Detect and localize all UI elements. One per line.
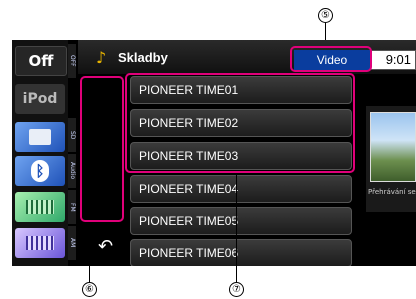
sd-card-icon <box>29 129 51 145</box>
fm-radio-icon <box>26 200 54 214</box>
tab-audio[interactable]: Audio <box>68 154 76 188</box>
source-bar: Off iPod ᛒ <box>12 40 68 266</box>
source-bluetooth-audio-button[interactable]: ᛒ <box>15 156 65 186</box>
source-ipod-button[interactable]: iPod <box>15 84 65 114</box>
source-off-label: Off <box>28 52 54 70</box>
tab-am[interactable]: AM <box>68 226 76 260</box>
music-note-icon: ♪ <box>96 48 107 67</box>
callout-6: ⑥ <box>82 282 97 297</box>
album-art-image <box>370 112 416 182</box>
tab-sd[interactable]: SD <box>68 118 76 152</box>
album-art-panel[interactable]: Přehrávání se <box>366 106 416 212</box>
back-arrow-icon[interactable]: ↶ <box>98 236 113 257</box>
bluetooth-icon: ᛒ <box>31 160 49 182</box>
source-ipod-label: iPod <box>22 91 58 107</box>
callout-5: ⑤ <box>318 8 333 23</box>
callout-box-7 <box>125 73 355 173</box>
source-fm-button[interactable] <box>15 192 65 222</box>
tab-off[interactable]: OFF <box>68 44 76 78</box>
source-am-button[interactable] <box>15 228 65 258</box>
callout-box-6 <box>80 76 124 222</box>
callout-box-5 <box>290 46 372 72</box>
page-title: Skladby <box>118 50 168 65</box>
clock: 9:01 <box>370 50 416 70</box>
head-unit-screen: Off iPod ᛒ OFF SD Audio FM AM ♪ Skladby … <box>12 40 416 266</box>
tab-fm[interactable]: FM <box>68 190 76 224</box>
callout-7-leader <box>236 173 237 282</box>
am-radio-icon <box>26 236 54 250</box>
callout-7: ⑦ <box>229 282 244 297</box>
source-sd-button[interactable] <box>15 122 65 152</box>
track-row[interactable]: PIONEER TIME04 <box>130 175 352 203</box>
track-row[interactable]: PIONEER TIME05 <box>130 207 352 235</box>
callout-6-leader <box>89 222 90 282</box>
album-art-caption: Přehrávání se <box>368 188 416 196</box>
track-row[interactable]: PIONEER TIME06 <box>130 239 352 266</box>
source-off-button[interactable]: Off <box>15 46 67 76</box>
